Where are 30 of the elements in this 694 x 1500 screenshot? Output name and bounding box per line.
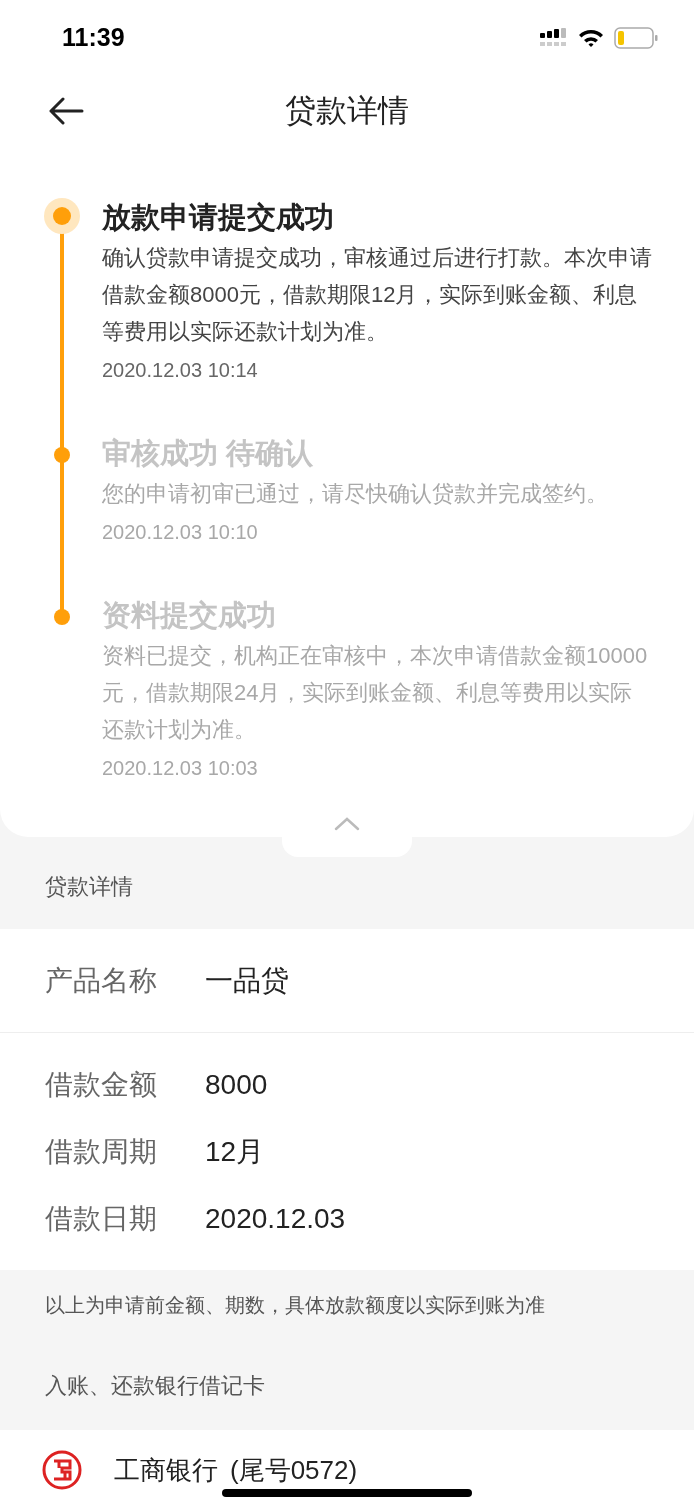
chevron-up-icon [334,817,360,831]
battery-icon [614,26,658,49]
wifi-icon [578,27,604,48]
page-title: 贷款详情 [285,91,409,130]
status-time: 11:39 [62,21,125,53]
field-value: 一品贷 [205,963,289,998]
field-label: 借款周期 [45,1134,158,1169]
back-arrow-icon [48,97,84,125]
field-label: 借款金额 [45,1067,158,1102]
field-value: 12月 [205,1134,265,1169]
step-title: 放款申请提交成功 [102,200,335,235]
signal-icon [540,27,568,48]
field-label: 借款日期 [45,1201,158,1236]
step-time: 2020.12.03 10:03 [102,756,259,781]
step-description: 资料已提交，机构正在审核中，本次申请借款金额10000元，借款期限24月，实际到账金额、利息等费用以实际还款计划为准。 [102,642,649,744]
section-label: 入账、还款银行借记卡 [45,1371,265,1400]
bank-logo-icon [42,1450,82,1490]
field-value: 8000 [205,1067,268,1102]
bank-account: (尾号0572) [230,1453,358,1487]
step-description: 确认贷款申请提交成功，审核通过后进行打款。本次申请借款金额8000元，借款期限12月，实际到账金额、利息等费用以实际还款计划为准。 [102,244,653,346]
step-title: 资料提交成功 [102,598,277,633]
bank-name: 工商银行 [114,1453,218,1487]
step-time: 2020.12.03 10:10 [102,520,259,545]
step-title: 审核成功 待确认 [102,436,315,471]
field-value: 2020.12.03 [205,1201,346,1236]
step-time: 2020.12.03 10:14 [102,358,259,383]
note-text: 以上为申请前金额、期数，具体放款额度以实际到账为准 [45,1293,545,1318]
field-label: 产品名称 [45,963,158,998]
step-description: 您的申请初审已通过，请尽快确认贷款并完成签约。 [102,480,608,508]
section-label: 贷款详情 [45,872,133,901]
